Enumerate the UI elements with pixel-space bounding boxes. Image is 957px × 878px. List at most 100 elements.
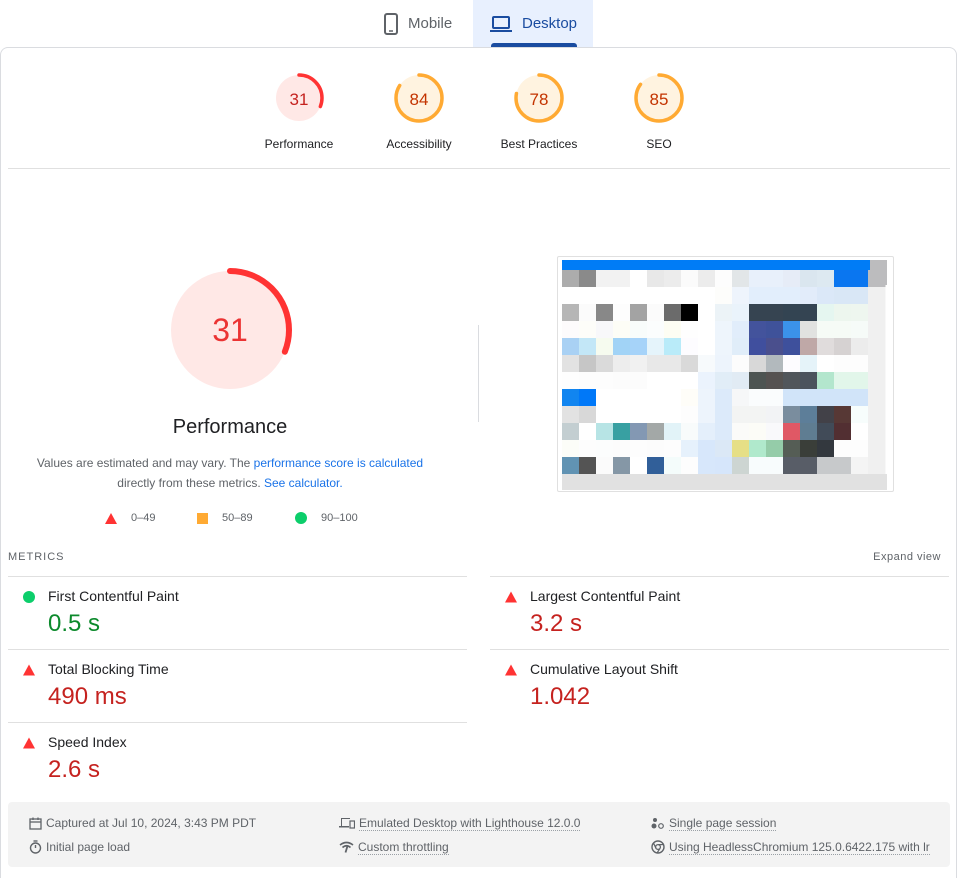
thumb-pixel [851,389,869,407]
thumb-pixel [630,321,648,339]
thumb-pixel [834,338,852,356]
thumb-pixel [834,457,852,475]
thumb-pixel [596,304,614,322]
thumb-pixel [800,355,818,373]
thumb-pixel [715,321,733,339]
throttling-link[interactable]: Custom throttling [358,840,449,855]
tab-mobile[interactable]: Mobile [370,0,473,47]
thumb-pixel [766,389,784,407]
thumb-pixel [715,423,733,441]
thumb-pixel [698,423,716,441]
thumb-pixel [596,338,614,356]
thumb-pixel [732,355,750,373]
thumb-pixel [868,304,886,322]
thumb-pixel [647,338,665,356]
gauge-performance-ring: 31 [274,73,324,123]
gauge-best-practices[interactable]: 78 Best Practices [489,72,589,151]
thumb-pixel [562,270,580,288]
gauge-performance-score: 31 [290,90,309,109]
fail-triangle-icon [23,737,35,749]
tab-desktop[interactable]: Desktop [473,0,593,47]
thumb-pixel [800,440,818,458]
thumb-pixel [596,321,614,339]
metric-label: Total Blocking Time [48,661,169,677]
thumb-pixel [647,270,665,288]
browser-link[interactable]: Using HeadlessChromium 125.0.6422.175 wi… [669,840,930,855]
thumb-pixel [732,457,750,475]
thumb-pixel [562,372,580,390]
gauge-seo-label: SEO [646,137,672,151]
metric-lcp: Largest Contentful Paint 3.2 s [490,576,949,649]
thumb-pixel [664,321,682,339]
thumb-pixel [749,304,767,322]
gauge-best-practices-ring: 78 [514,73,564,123]
thumb-pixel [579,372,597,390]
thumb-pixel [766,270,784,288]
thumb-pixel [613,304,631,322]
thumb-pixel [800,389,818,407]
circle-icon [295,512,307,524]
thumb-pixel [613,338,631,356]
thumb-pixel [783,287,801,305]
final-screenshot-thumbnail[interactable] [562,260,887,490]
thumb-pixel [868,355,886,373]
thumb-pixel [783,389,801,407]
gauge-accessibility[interactable]: 84 Accessibility [369,72,469,151]
thumb-pixel [732,423,750,441]
session-link[interactable]: Single page session [669,816,777,831]
metric-value: 0.5 s [48,610,101,637]
thumb-pixel [749,355,767,373]
performance-gauge-large: 31 [168,268,292,392]
thumb-pixel [647,440,665,458]
thumb-pixel [783,355,801,373]
thumb-pixel [715,406,733,424]
thumb-pixel [613,321,631,339]
thumb-pixel [732,321,750,339]
score-calculated-link[interactable]: performance score is calculated [254,456,423,470]
thumb-pixel [766,338,784,356]
thumb-pixel [579,457,597,475]
stopwatch-icon [29,840,42,854]
thumb-pixel [800,321,818,339]
calendar-icon [29,817,42,830]
gauge-performance[interactable]: 31 Performance [249,72,349,151]
browser-info: Using HeadlessChromium 125.0.6422.175 wi… [651,839,930,855]
thumb-pixel [681,338,699,356]
thumb-pixel [817,423,835,441]
thumb-pixel [681,321,699,339]
thumb-pixel [647,423,665,441]
thumb-pixel [715,457,733,475]
vertical-divider [478,325,479,422]
thumb-pixel [800,338,818,356]
captured-text: Captured at Jul 10, 2024, 3:43 PM PDT [46,816,257,830]
thumb-pixel [817,440,835,458]
thumb-pixel [783,457,801,475]
see-calculator-link[interactable]: See calculator. [264,476,343,490]
laptop-icon [490,15,512,32]
expand-view-toggle[interactable]: Expand view [873,551,941,563]
thumb-pixel [766,355,784,373]
performance-description: Values are estimated and may vary. The p… [20,453,440,493]
thumb-pixel [868,338,886,356]
thumb-pixel [851,406,869,424]
thumb-pixel [681,287,699,305]
thumb-pixel [579,389,597,407]
gauge-seo-ring: 85 [634,73,684,123]
thumb-pixel [783,338,801,356]
gauge-seo-score: 85 [650,90,669,109]
thumb-pixel [851,270,869,288]
thumb-pixel [766,372,784,390]
metric-value: 3.2 s [530,610,583,637]
thumb-pixel [596,440,614,458]
thumb-pixel [868,440,886,458]
metric-value: 2.6 s [48,756,101,783]
thumb-pixel [579,440,597,458]
thumb-pixel [596,406,614,424]
thumb-pixel [749,372,767,390]
thumb-pixel [851,457,869,475]
thumb-pixel [834,321,852,339]
thumb-pixel [834,440,852,458]
thumb-pixel [698,389,716,407]
emulated-device-link[interactable]: Emulated Desktop with Lighthouse 12.0.0 [359,816,581,831]
gauge-seo[interactable]: 85 SEO [609,72,709,151]
